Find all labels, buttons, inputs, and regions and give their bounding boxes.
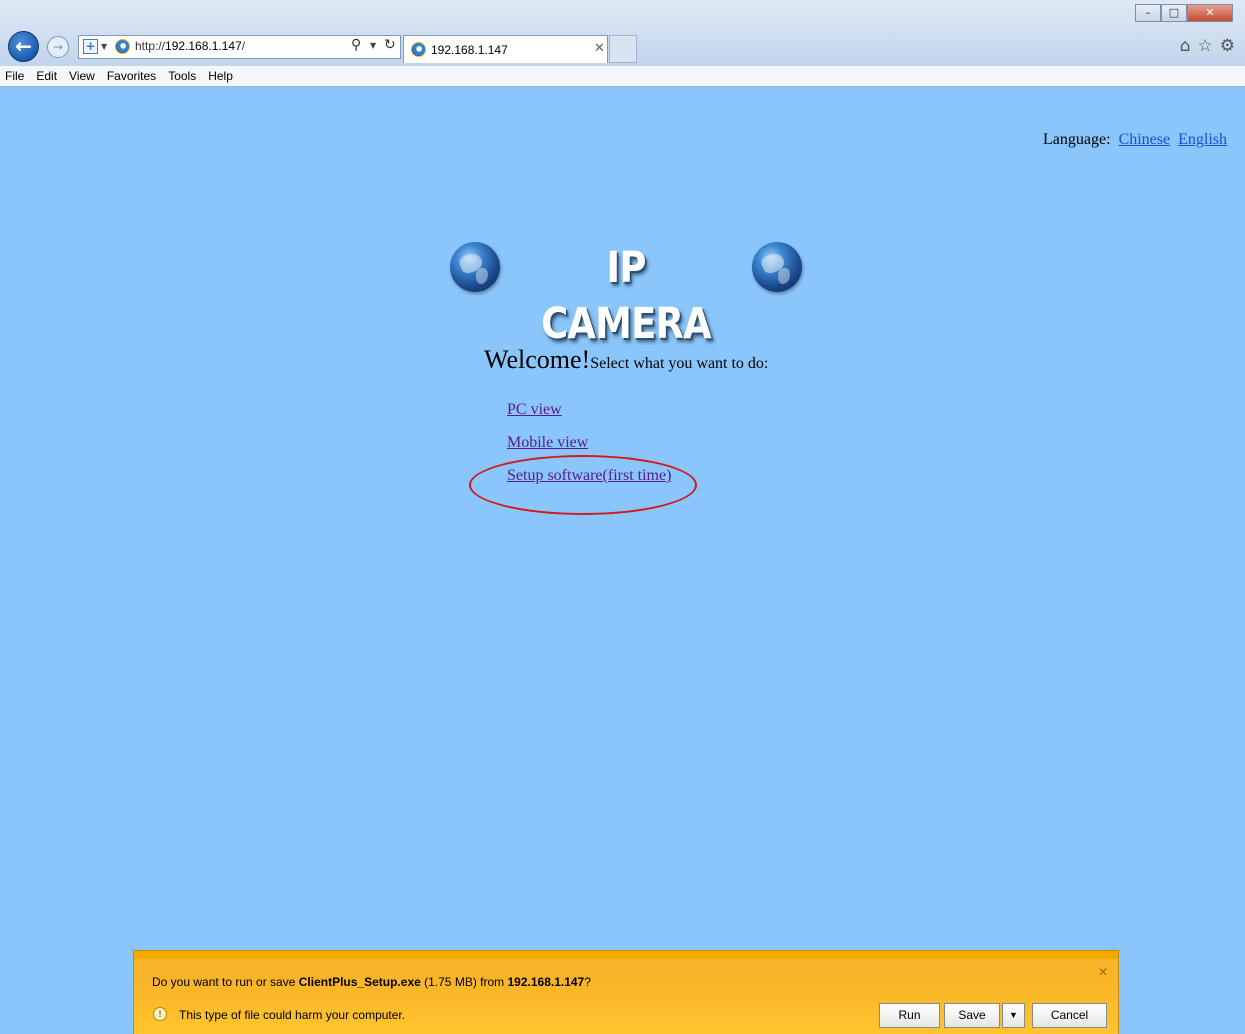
toolbar-icons: ⌂ ☆ ⚙ [1180,36,1235,56]
url-text[interactable]: http://192.168.1.147/ [135,39,245,53]
compatibility-view-icon[interactable]: + [83,39,98,54]
menu-edit[interactable]: Edit [30,66,63,86]
refresh-icon[interactable]: ↻ [384,37,396,53]
pc-view-link[interactable]: PC view [507,400,671,433]
warning-icon: ! [153,1007,167,1021]
search-icon[interactable]: ⚲ [351,37,361,53]
window-controls: – □ ✕ [1135,4,1233,22]
browser-chrome: – □ ✕ ← → + ▼ http://192.168.1.147/ ⚲ ▼ … [0,0,1245,87]
favorites-star-icon[interactable]: ☆ [1198,36,1213,56]
highlight-circle-annotation [469,455,697,515]
language-chinese-link[interactable]: Chinese [1119,131,1171,148]
logo-text: IP CAMERA [541,243,712,349]
download-filename: ClientPlus_Setup.exe [298,975,421,989]
tab-ie-icon [411,42,426,57]
cancel-button[interactable]: Cancel [1032,1003,1107,1028]
download-size: (1.75 MB) from [420,975,508,989]
run-button[interactable]: Run [879,1003,940,1028]
forward-button[interactable]: → [47,36,69,58]
ip-camera-logo: IP CAMERA [450,240,802,349]
close-notification-icon[interactable]: ✕ [1098,965,1108,979]
gear-icon[interactable]: ⚙ [1220,36,1235,56]
address-bar[interactable]: + ▼ http://192.168.1.147/ ⚲ ▼ ↻ [78,35,401,59]
menu-favorites[interactable]: Favorites [101,66,162,86]
language-selector: Language: Chinese English [1043,131,1227,149]
menu-bar: File Edit View Favorites Tools Help [0,66,1245,86]
download-notification-bar: Do you want to run or save ClientPlus_Se… [133,950,1119,1034]
download-prefix: Do you want to run or save [152,975,299,989]
language-label: Language: [1043,131,1111,148]
ie-page-icon [115,39,130,54]
close-tab-icon[interactable]: ✕ [594,41,605,56]
chevron-down-icon[interactable]: ▼ [101,42,107,51]
welcome-heading: Welcome!Select what you want to do: [484,345,768,375]
welcome-subtitle: Select what you want to do: [590,355,769,372]
download-host: 192.168.1.147 [507,975,585,989]
download-suffix: ? [584,975,591,989]
minimize-button[interactable]: – [1135,4,1161,22]
globe-icon [450,242,500,292]
save-options-chevron-down-icon[interactable]: ▼ [1002,1003,1025,1028]
search-dropdown-icon[interactable]: ▼ [370,41,376,50]
menu-file[interactable]: File [0,66,30,86]
notification-top-border [134,951,1118,959]
tab-title: 192.168.1.147 [431,43,508,57]
download-warning: This type of file could harm your comput… [179,1008,406,1022]
language-english-link[interactable]: English [1178,131,1227,148]
menu-tools[interactable]: Tools [162,66,202,86]
download-question: Do you want to run or save ClientPlus_Se… [152,975,591,989]
url-scheme: http:// [135,39,166,53]
browser-tab[interactable]: 192.168.1.147 ✕ [403,35,608,63]
save-button[interactable]: Save [944,1003,1000,1028]
globe-icon [752,242,802,292]
back-button[interactable]: ← [8,31,39,62]
new-tab-button[interactable] [609,35,637,63]
navigation-row: ← → + ▼ http://192.168.1.147/ ⚲ ▼ ↻ 192.… [0,30,1245,64]
close-window-button[interactable]: ✕ [1187,4,1233,22]
welcome-title: Welcome! [484,345,591,374]
url-path: / [241,39,246,53]
home-icon[interactable]: ⌂ [1180,36,1191,56]
url-host: 192.168.1.147 [165,39,242,53]
menu-help[interactable]: Help [202,66,239,86]
menu-view[interactable]: View [63,66,101,86]
maximize-button[interactable]: □ [1161,4,1187,22]
